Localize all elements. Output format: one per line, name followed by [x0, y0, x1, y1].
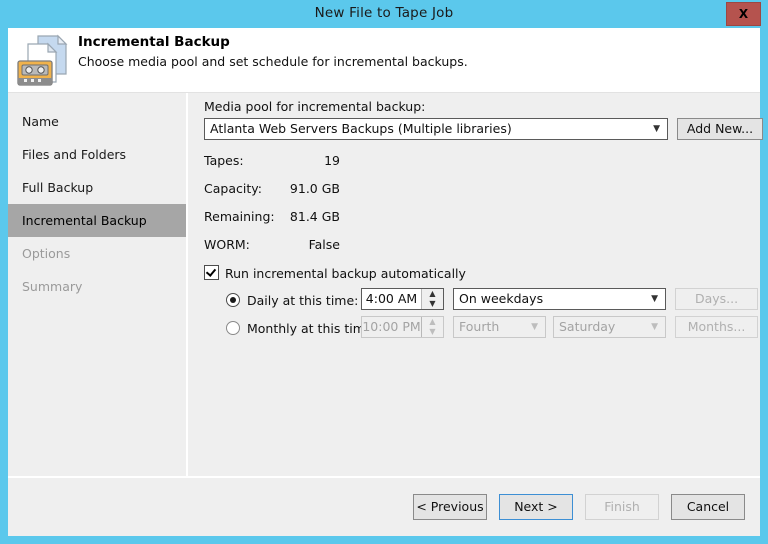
tapes-value: 19: [324, 153, 340, 168]
tapes-label: Tapes:: [204, 153, 244, 168]
monthly-time-spin-buttons: ▲ ▼: [421, 317, 443, 337]
chevron-down-icon: ▼: [651, 294, 658, 304]
sidebar-item-name[interactable]: Name: [8, 105, 186, 138]
worm-label: WORM:: [204, 237, 250, 252]
media-pool-value: Atlanta Web Servers Backups (Multiple li…: [210, 121, 512, 136]
dialog-body: Incremental Backup Choose media pool and…: [8, 28, 763, 536]
months-button: Months...: [675, 316, 758, 338]
remaining-value: 81.4 GB: [289, 209, 340, 224]
dialog-footer: < Previous Next > Finish Cancel: [8, 476, 760, 536]
tape-document-icon: [14, 30, 74, 90]
page-title: Incremental Backup: [78, 34, 230, 50]
chevron-down-icon: ▼: [531, 322, 538, 332]
run-incremental-automatically-label: Run incremental backup automatically: [225, 266, 466, 281]
monthly-time-value: 10:00 PM: [362, 319, 421, 334]
run-incremental-automatically-checkbox[interactable]: Run incremental backup automatically: [204, 265, 466, 281]
monthly-time-stepper: 10:00 PM ▲ ▼: [361, 316, 444, 338]
chevron-down-icon: ▼: [651, 322, 658, 332]
sidebar-item-files-and-folders[interactable]: Files and Folders: [8, 138, 186, 171]
monthly-week-value: Fourth: [459, 319, 500, 334]
add-new-button[interactable]: Add New...: [677, 118, 763, 140]
daily-label: Daily at this time:: [247, 293, 359, 308]
daily-radio[interactable]: Daily at this time:: [226, 293, 358, 308]
monthly-radio[interactable]: Monthly at this time:: [226, 321, 377, 336]
monthly-week-select: Fourth ▼: [453, 316, 546, 338]
monthly-weekday-value: Saturday: [559, 319, 616, 334]
monthly-label: Monthly at this time:: [247, 321, 377, 336]
next-button[interactable]: Next >: [499, 494, 573, 520]
chevron-down-icon: ▼: [653, 124, 660, 134]
days-button: Days...: [675, 288, 758, 310]
dialog-window: New File to Tape Job X Incremental Backu…: [0, 0, 768, 544]
spinner-up-icon[interactable]: ▲: [422, 289, 443, 299]
checkbox-icon: [204, 265, 219, 280]
daily-frequency-select[interactable]: On weekdays ▼: [453, 288, 666, 310]
media-pool-select[interactable]: Atlanta Web Servers Backups (Multiple li…: [204, 118, 668, 140]
spinner-down-icon[interactable]: ▼: [422, 299, 443, 309]
monthly-weekday-select: Saturday ▼: [553, 316, 666, 338]
radio-unselected-icon: [226, 321, 240, 335]
cancel-button[interactable]: Cancel: [671, 494, 745, 520]
close-icon[interactable]: X: [726, 2, 761, 26]
capacity-value: 91.0 GB: [289, 181, 340, 196]
capacity-label: Capacity:: [204, 181, 262, 196]
spinner-down-icon: ▼: [429, 327, 436, 336]
daily-time-stepper[interactable]: 4:00 AM ▲ ▼: [361, 288, 444, 310]
content-area: Name Files and Folders Full Backup Incre…: [8, 93, 763, 478]
finish-button: Finish: [585, 494, 659, 520]
daily-time-spin-buttons[interactable]: ▲ ▼: [421, 289, 443, 309]
sidebar-item-options: Options: [22, 246, 71, 261]
daily-frequency-value: On weekdays: [459, 291, 544, 306]
previous-button[interactable]: < Previous: [413, 494, 487, 520]
page-subtitle: Choose media pool and set schedule for i…: [78, 54, 468, 69]
sidebar-item-full-backup[interactable]: Full Backup: [8, 171, 186, 204]
spinner-up-icon: ▲: [429, 317, 436, 326]
remaining-label: Remaining:: [204, 209, 275, 224]
radio-selected-icon: [226, 293, 240, 307]
main-pane: Media pool for incremental backup: Atlan…: [188, 93, 763, 478]
worm-value: False: [308, 237, 340, 252]
media-pool-label: Media pool for incremental backup:: [204, 99, 426, 114]
sidebar-item-summary: Summary: [22, 279, 83, 294]
title-bar: New File to Tape Job X: [0, 0, 768, 28]
window-title: New File to Tape Job: [314, 5, 454, 21]
wizard-header: Incremental Backup Choose media pool and…: [8, 28, 760, 93]
daily-time-value: 4:00 AM: [365, 291, 418, 306]
sidebar-item-incremental-backup[interactable]: Incremental Backup: [8, 204, 186, 237]
wizard-steps-sidebar: Name Files and Folders Full Backup Incre…: [8, 93, 188, 478]
